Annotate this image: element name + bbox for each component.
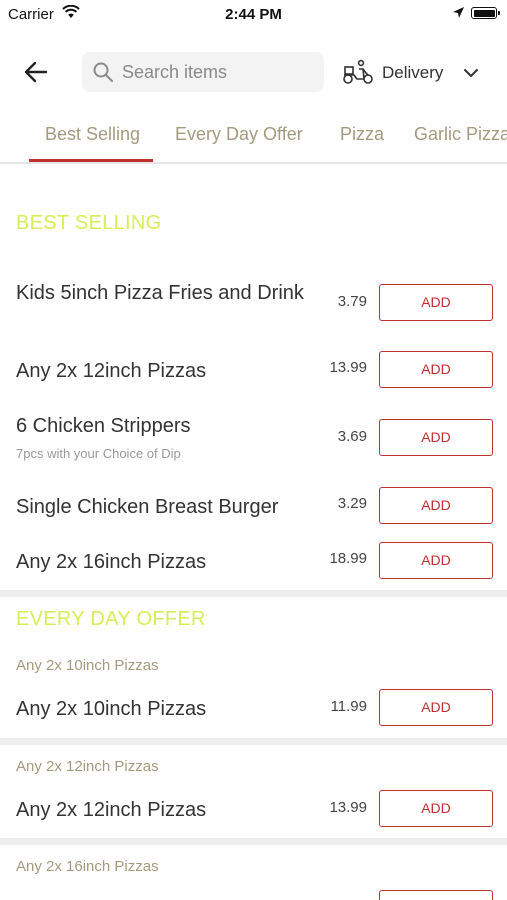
status-bar: Carrier 2:44 PM	[0, 0, 507, 30]
category-tabs: Best Selling Every Day Offer Pizza Garli…	[0, 115, 507, 163]
section-divider	[0, 738, 507, 745]
section-divider	[0, 838, 507, 845]
section-divider	[0, 590, 507, 597]
search-icon	[92, 61, 114, 88]
add-button[interactable]: ADD	[379, 790, 493, 827]
add-button[interactable]: ADD	[379, 487, 493, 524]
back-button[interactable]	[22, 58, 52, 86]
menu-item-description: 7pcs with your Choice of Dip	[16, 446, 181, 461]
menu-item-price: 18.99	[329, 550, 367, 567]
add-button[interactable]: ADD	[379, 284, 493, 321]
add-button[interactable]: ADD	[379, 351, 493, 388]
add-button[interactable]: ADD	[379, 689, 493, 726]
menu-item-price: 3.79	[337, 293, 367, 310]
battery-icon	[471, 7, 500, 19]
search-bar[interactable]	[82, 52, 324, 92]
tab-pizza[interactable]: Pizza	[340, 124, 384, 145]
menu-item-name: Any 2x 16inch Pizzas	[16, 551, 207, 573]
section-title-every-day-offer: EVERY DAY OFFER	[16, 608, 206, 630]
location-arrow-icon	[452, 6, 465, 24]
menu-item-name: 6 Chicken Strippers	[16, 415, 191, 437]
menu-item-name: Kids 5inch Pizza Fries and Drink	[16, 282, 304, 304]
menu-item-price: 13.99	[329, 799, 367, 816]
offer-group-heading: Any 2x 16inch Pizzas	[16, 858, 159, 875]
scooter-icon	[342, 59, 374, 90]
menu-item-name: Any 2x 12inch Pizzas	[16, 360, 207, 382]
add-button[interactable]: ADD	[379, 542, 493, 579]
search-input[interactable]	[122, 52, 317, 92]
back-arrow-icon	[24, 61, 48, 83]
menu-item-price: 3.69	[337, 428, 367, 445]
tabs-divider	[0, 162, 507, 164]
tab-garlic-pizza[interactable]: Garlic Pizza	[414, 124, 507, 145]
tab-every-day-offer[interactable]: Every Day Offer	[175, 124, 303, 145]
delivery-selector[interactable]: Delivery	[342, 58, 492, 88]
menu-item-name: Any 2x 10inch Pizzas	[16, 698, 207, 720]
add-button[interactable]	[379, 890, 493, 900]
offer-group-heading: Any 2x 12inch Pizzas	[16, 758, 159, 775]
menu-item-name: Any 2x 12inch Pizzas	[16, 799, 207, 821]
menu-item-price: 11.99	[330, 698, 367, 715]
section-title-best-selling: BEST SELLING	[16, 212, 162, 234]
clock-time: 2:44 PM	[225, 6, 282, 23]
delivery-label: Delivery	[382, 63, 444, 82]
tab-best-selling[interactable]: Best Selling	[45, 124, 140, 145]
offer-group-heading: Any 2x 10inch Pizzas	[16, 657, 159, 674]
menu-item-price: 13.99	[329, 359, 367, 376]
menu-item-name: Single Chicken Breast Burger	[16, 496, 279, 518]
add-button[interactable]: ADD	[379, 419, 493, 456]
menu-item-price: 3.29	[337, 495, 367, 512]
chevron-down-icon	[464, 65, 478, 83]
